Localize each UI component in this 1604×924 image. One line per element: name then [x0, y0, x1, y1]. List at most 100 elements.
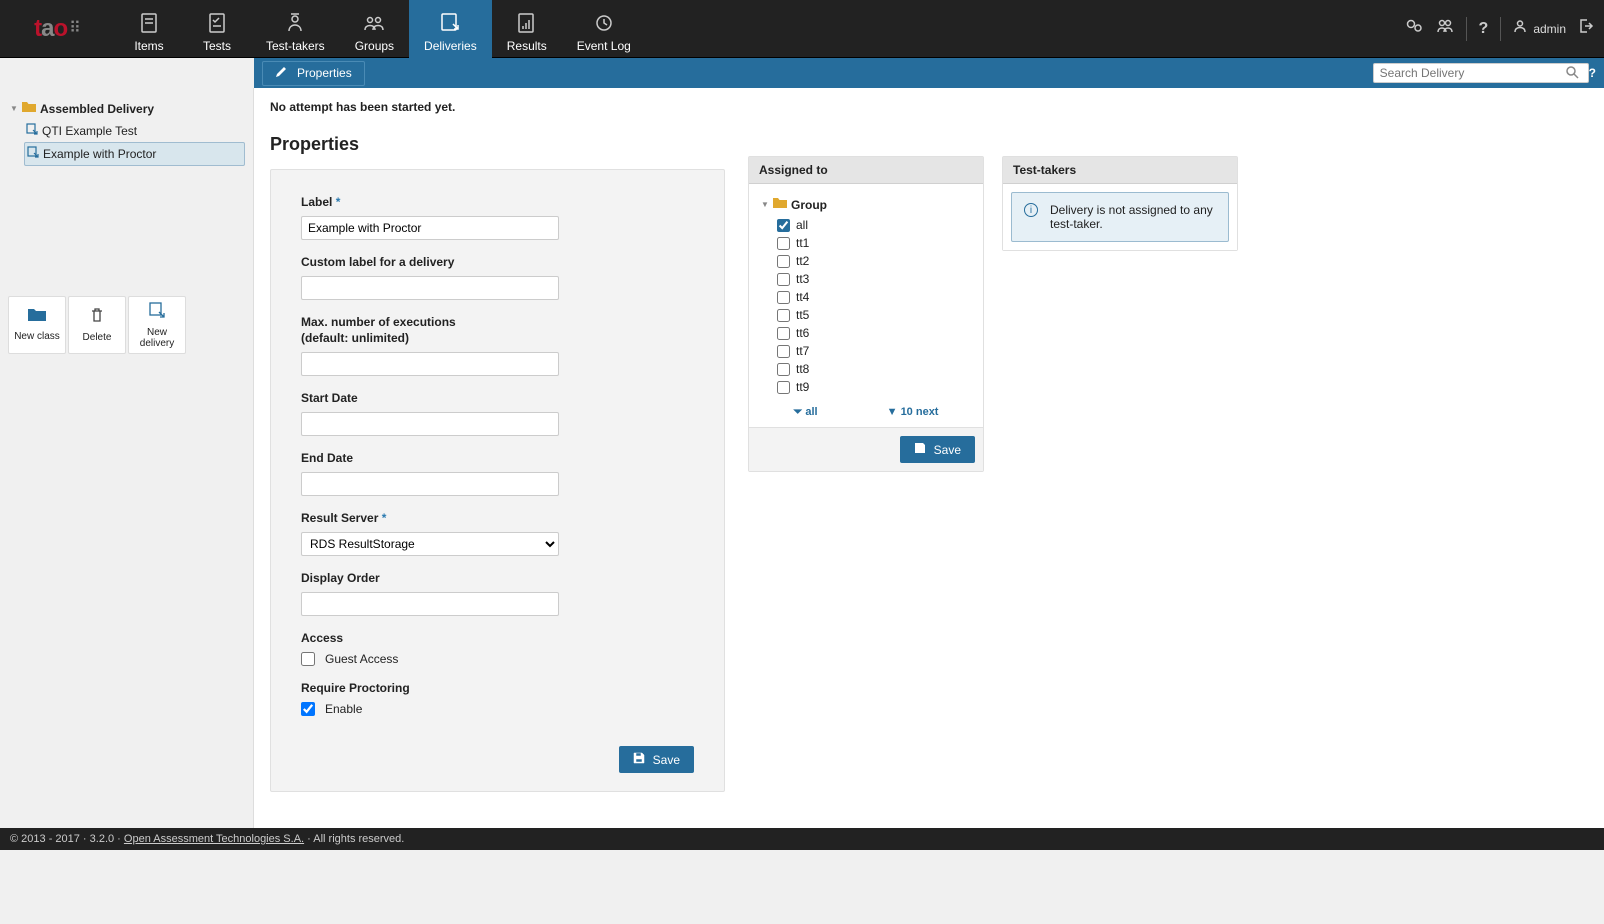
assigned-panel: Assigned to ▼ Group alltt1tt2tt3tt4tt5tt…: [748, 156, 984, 472]
assigned-checkbox[interactable]: [777, 363, 790, 376]
sidebar: ▼ Assembled Delivery QTI Example Test Ex…: [0, 88, 254, 828]
user-menu[interactable]: admin: [1513, 19, 1566, 38]
folder-icon: [22, 100, 36, 118]
action-bar: Properties ?: [254, 58, 1604, 88]
no-attempt-text: No attempt has been started yet.: [270, 100, 730, 114]
tree-toggle-icon[interactable]: ▼: [10, 100, 20, 118]
users-icon[interactable]: [1436, 18, 1454, 39]
logout-icon[interactable]: [1578, 18, 1594, 39]
save-icon: [914, 442, 926, 457]
assigned-checkbox[interactable]: [777, 255, 790, 268]
info-text: Delivery is not assigned to any test-tak…: [1050, 203, 1216, 231]
custom-label-input[interactable]: [301, 276, 559, 300]
folder-plus-icon: [28, 308, 46, 327]
assigned-item[interactable]: tt7: [777, 342, 973, 360]
start-date-label: Start Date: [301, 390, 694, 406]
nav-tests[interactable]: Tests: [183, 0, 251, 58]
assigned-item[interactable]: tt3: [777, 270, 973, 288]
logo[interactable]: tao ⠿: [0, 0, 115, 58]
search-help-icon[interactable]: ?: [1589, 66, 1596, 80]
end-date-input[interactable]: [301, 472, 559, 496]
deliveries-icon: [440, 9, 460, 37]
properties-button[interactable]: Properties: [262, 61, 365, 86]
user-icon: [1513, 19, 1527, 38]
assigned-all-link[interactable]: ⏷ all: [794, 406, 818, 419]
eventlog-icon: [594, 9, 614, 37]
label-input[interactable]: [301, 216, 559, 240]
nav-testtakers[interactable]: Test-takers: [251, 0, 340, 58]
assigned-item[interactable]: tt8: [777, 360, 973, 378]
assigned-next-link[interactable]: ▼ 10 next: [887, 406, 939, 419]
assigned-checkbox[interactable]: [777, 291, 790, 304]
tree-root[interactable]: ▼ Assembled Delivery: [8, 98, 245, 120]
groups-icon: [362, 9, 386, 37]
assigned-item-label: tt1: [796, 234, 809, 252]
assigned-item[interactable]: tt6: [777, 324, 973, 342]
assigned-checkbox[interactable]: [777, 309, 790, 322]
info-icon: i: [1024, 203, 1038, 217]
testtakers-title: Test-takers: [1003, 157, 1237, 184]
new-class-button[interactable]: New class: [8, 296, 66, 354]
tree-toggle-icon[interactable]: ▼: [761, 196, 771, 214]
new-delivery-button[interactable]: New delivery: [128, 296, 186, 354]
item-icon: [140, 9, 158, 37]
assigned-item-label: tt5: [796, 306, 809, 324]
info-box: i Delivery is not assigned to any test-t…: [1011, 192, 1229, 242]
assigned-checkbox[interactable]: [777, 327, 790, 340]
require-proctoring-label: Require Proctoring: [301, 680, 694, 696]
tree-item-proctor[interactable]: Example with Proctor: [24, 142, 245, 166]
assigned-checkbox[interactable]: [777, 345, 790, 358]
end-date-label: End Date: [301, 450, 694, 466]
tree-item-qti[interactable]: QTI Example Test: [24, 120, 245, 142]
username: admin: [1533, 22, 1566, 36]
save-assigned-button[interactable]: Save: [900, 436, 975, 463]
assigned-checkbox[interactable]: [777, 273, 790, 286]
enable-checkbox[interactable]: [301, 702, 315, 716]
result-server-label: Result Server *: [301, 510, 694, 526]
assigned-item[interactable]: tt2: [777, 252, 973, 270]
assigned-item-label: tt9: [796, 378, 809, 396]
label-label: Label *: [301, 194, 694, 210]
access-label: Access: [301, 630, 694, 646]
nav-deliveries[interactable]: Deliveries: [409, 0, 492, 58]
result-server-select[interactable]: RDS ResultStorage: [301, 532, 559, 556]
testtakers-panel: Test-takers i Delivery is not assigned t…: [1002, 156, 1238, 251]
guest-access-label: Guest Access: [325, 652, 398, 666]
assigned-item[interactable]: tt5: [777, 306, 973, 324]
help-icon[interactable]: ?: [1479, 20, 1489, 38]
assigned-item-label: tt3: [796, 270, 809, 288]
assigned-item-label: tt4: [796, 288, 809, 306]
assigned-item[interactable]: tt4: [777, 288, 973, 306]
assigned-checkbox[interactable]: [777, 219, 790, 232]
guest-access-checkbox[interactable]: [301, 652, 315, 666]
start-date-input[interactable]: [301, 412, 559, 436]
pencil-icon: [275, 66, 287, 81]
test-icon: [208, 9, 226, 37]
footer-link[interactable]: Open Assessment Technologies S.A.: [124, 833, 304, 845]
assigned-item[interactable]: tt9: [777, 378, 973, 396]
logo-dots-icon: ⠿: [69, 25, 81, 33]
delivery-plus-icon: [149, 302, 165, 323]
assigned-item-label: all: [796, 216, 808, 234]
delivery-icon: [26, 122, 38, 140]
delete-button[interactable]: Delete: [68, 296, 126, 354]
assigned-item[interactable]: tt1: [777, 234, 973, 252]
max-exec-input[interactable]: [301, 352, 559, 376]
separator: [1500, 17, 1501, 41]
nav-groups[interactable]: Groups: [340, 0, 409, 58]
nav-items[interactable]: Items: [115, 0, 183, 58]
custom-label-label: Custom label for a delivery: [301, 254, 694, 270]
assigned-item[interactable]: all: [777, 216, 973, 234]
delivery-icon: [27, 145, 39, 163]
assigned-checkbox[interactable]: [777, 381, 790, 394]
save-properties-button[interactable]: Save: [619, 746, 694, 773]
enable-label: Enable: [325, 702, 362, 716]
top-navbar: tao ⠿ Items Tests Test-takers Groups Del…: [0, 0, 1604, 58]
assigned-root[interactable]: ▼ Group: [759, 194, 973, 216]
nav-results[interactable]: Results: [492, 0, 562, 58]
nav-eventlog[interactable]: Event Log: [562, 0, 646, 58]
settings-icon[interactable]: [1406, 19, 1424, 38]
display-order-input[interactable]: [301, 592, 559, 616]
search-input[interactable]: [1373, 63, 1589, 83]
assigned-checkbox[interactable]: [777, 237, 790, 250]
